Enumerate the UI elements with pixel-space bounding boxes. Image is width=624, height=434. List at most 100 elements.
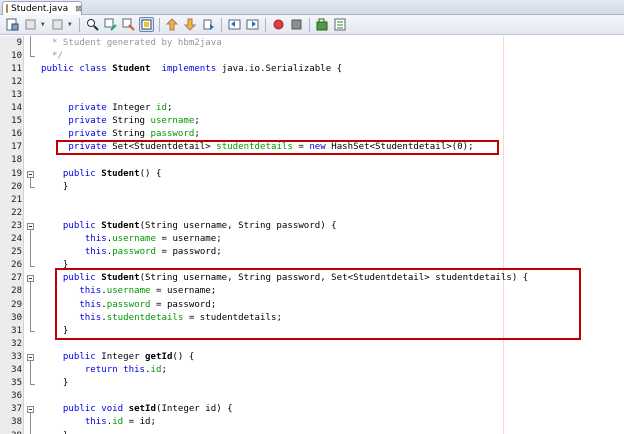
code-token: (String username, String password) { (139, 220, 337, 231)
code-text: public Student(String username, String p… (41, 220, 337, 233)
check-icon[interactable] (315, 17, 330, 32)
fold-guide (30, 360, 31, 384)
line-number: 12 (11, 76, 22, 87)
code-token: Student (112, 63, 151, 74)
code-line[interactable]: 25 this.password = password; (0, 246, 624, 259)
back-dropdown-icon[interactable]: ▼ (41, 21, 47, 28)
line-number: 23 (11, 220, 22, 231)
code-line[interactable]: 38 this.id = id; (0, 416, 624, 429)
code-token: username (150, 116, 195, 127)
toggle-bookmark-icon[interactable] (201, 17, 216, 32)
code-line[interactable]: 9 * Student generated by hbm2java (0, 37, 624, 50)
code-token: = username; (156, 234, 222, 244)
fold-guide (30, 282, 31, 332)
code-token: getId (145, 351, 173, 362)
fold-toggle-icon[interactable] (27, 275, 34, 283)
code-line[interactable]: 19 public Student() { (0, 168, 624, 181)
code-token: */ (41, 50, 63, 61)
line-number: 21 (11, 194, 22, 205)
code-token: ; (194, 116, 200, 127)
shift-right-icon[interactable] (245, 17, 260, 32)
line-number: 39 (0, 430, 22, 434)
code-line[interactable]: 14 private Integer id; (0, 102, 624, 115)
forward-icon[interactable] (50, 17, 65, 32)
code-line[interactable]: 12 (0, 76, 624, 89)
fold-guide (30, 36, 31, 57)
code-line[interactable]: 22 (0, 207, 624, 220)
code-line[interactable]: 36 (0, 390, 624, 403)
editor-toolbar: ▼ ▼ (0, 15, 624, 35)
code-token: private (68, 103, 113, 113)
fold-guide-end (30, 331, 35, 333)
code-text: public Student() { (41, 168, 162, 181)
code-text: this.username = username; (41, 233, 222, 246)
fold-guide (30, 177, 31, 188)
fold-guide-end (30, 187, 35, 189)
find-selection-icon[interactable] (85, 17, 100, 32)
code-token: return this (84, 365, 146, 375)
code-token: private (68, 129, 113, 140)
code-token: = password; (156, 247, 222, 258)
start-macro-icon[interactable] (271, 17, 286, 32)
find-previous-icon[interactable] (103, 17, 118, 32)
code-token: this (84, 417, 107, 428)
stop-macro-icon[interactable] (289, 17, 304, 32)
code-token: ; (161, 365, 167, 375)
line-number: 16 (11, 129, 22, 140)
fold-toggle-icon[interactable] (27, 222, 34, 230)
highlight-box-field-declaration (56, 140, 499, 156)
code-token: } (41, 378, 69, 389)
line-number: 20 (11, 181, 22, 192)
code-line[interactable]: 18 (0, 154, 624, 167)
code-line[interactable]: 10 */ (0, 50, 624, 63)
line-number: 30 (11, 312, 22, 323)
code-token: } (41, 431, 68, 434)
fold-guide-end (30, 383, 35, 385)
code-text: this.id = id; (41, 416, 156, 429)
next-bookmark-icon[interactable] (183, 17, 198, 32)
code-line[interactable]: 37 public void setId(Integer id) { (0, 403, 624, 416)
code-line[interactable]: 33 public Integer getId() { (0, 351, 624, 364)
toggle-highlight-icon[interactable] (139, 17, 154, 32)
line-number: 34 (11, 365, 22, 375)
last-edit-icon[interactable] (5, 17, 20, 32)
code-token: public (62, 351, 102, 362)
code-line[interactable]: 21 (0, 194, 624, 207)
shift-left-icon[interactable] (227, 17, 242, 32)
previous-bookmark-icon[interactable] (165, 17, 180, 32)
fold-toggle-icon[interactable] (27, 406, 34, 414)
code-line[interactable]: 20 } (0, 181, 624, 194)
fold-guide-end (30, 56, 35, 58)
fold-toggle-icon[interactable] (27, 170, 34, 178)
line-number: 29 (11, 299, 22, 310)
back-icon[interactable] (23, 17, 38, 32)
code-line[interactable]: 35 } (0, 377, 624, 390)
code-token: setId (128, 404, 156, 415)
code-line[interactable]: 13 (0, 89, 624, 102)
code-line[interactable]: 39 } (0, 430, 624, 434)
code-editor[interactable]: 9 * Student generated by hbm2java 10 */11… (0, 36, 624, 434)
code-text: */ (41, 50, 63, 63)
close-tab-icon[interactable]: ⊠ (75, 4, 82, 13)
code-token: username (112, 234, 157, 244)
code-token: id (112, 417, 124, 428)
comment-icon[interactable] (333, 17, 348, 32)
code-line[interactable]: 23 public Student(String username, Strin… (0, 220, 624, 233)
fold-guide-end (30, 265, 35, 267)
code-line[interactable]: 24 this.username = username; (0, 233, 624, 246)
forward-dropdown-icon[interactable]: ▼ (68, 21, 74, 28)
code-token: String (112, 116, 151, 127)
code-line[interactable]: 34 return this.id; (0, 364, 624, 377)
fold-toggle-icon[interactable] (27, 353, 34, 361)
java-file-icon (6, 4, 8, 13)
code-token: private (68, 116, 113, 127)
find-next-icon[interactable] (121, 17, 136, 32)
line-number: 15 (11, 116, 22, 127)
code-line[interactable]: 15 private String username; (0, 115, 624, 128)
code-line[interactable]: 11 public class Student implements java.i… (0, 63, 624, 76)
tab-student-java[interactable]: Student.java ⊠ (2, 1, 82, 15)
